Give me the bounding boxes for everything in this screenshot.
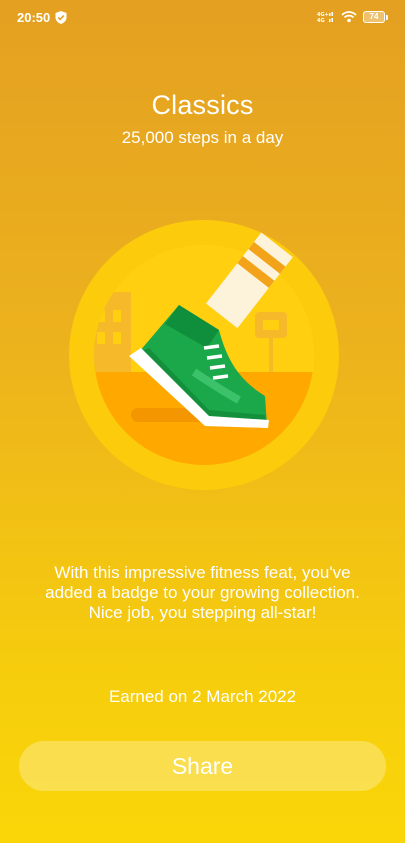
achievement-subtitle: 25,000 steps in a day — [121, 128, 284, 147]
wifi-icon — [341, 11, 357, 23]
description-line: added a badge to your growing collection… — [45, 583, 360, 602]
shield-check-icon — [55, 10, 67, 24]
svg-text:4G: 4G — [317, 18, 325, 22]
description-line: With this impressive fitness feat, you'v… — [54, 563, 351, 582]
earned-date: Earned on 2 March 2022 — [108, 687, 297, 706]
status-bar: 20:50 4G+ 4G 74 — [0, 0, 405, 34]
achievement-title: Classics — [151, 90, 254, 120]
description-line: Nice job, you stepping all-star! — [88, 603, 317, 622]
share-button[interactable]: Share — [19, 741, 386, 791]
signal-icon: 4G+ 4G — [317, 12, 333, 22]
sneaker-badge-icon — [69, 220, 339, 490]
achievement-description: With this impressive fitness feat, you'v… — [20, 563, 385, 623]
battery-icon: 74 — [363, 11, 388, 23]
battery-level: 74 — [363, 11, 385, 23]
status-time: 20:50 — [17, 9, 51, 25]
status-right: 4G+ 4G 74 — [317, 11, 388, 23]
status-left: 20:50 — [17, 10, 67, 25]
